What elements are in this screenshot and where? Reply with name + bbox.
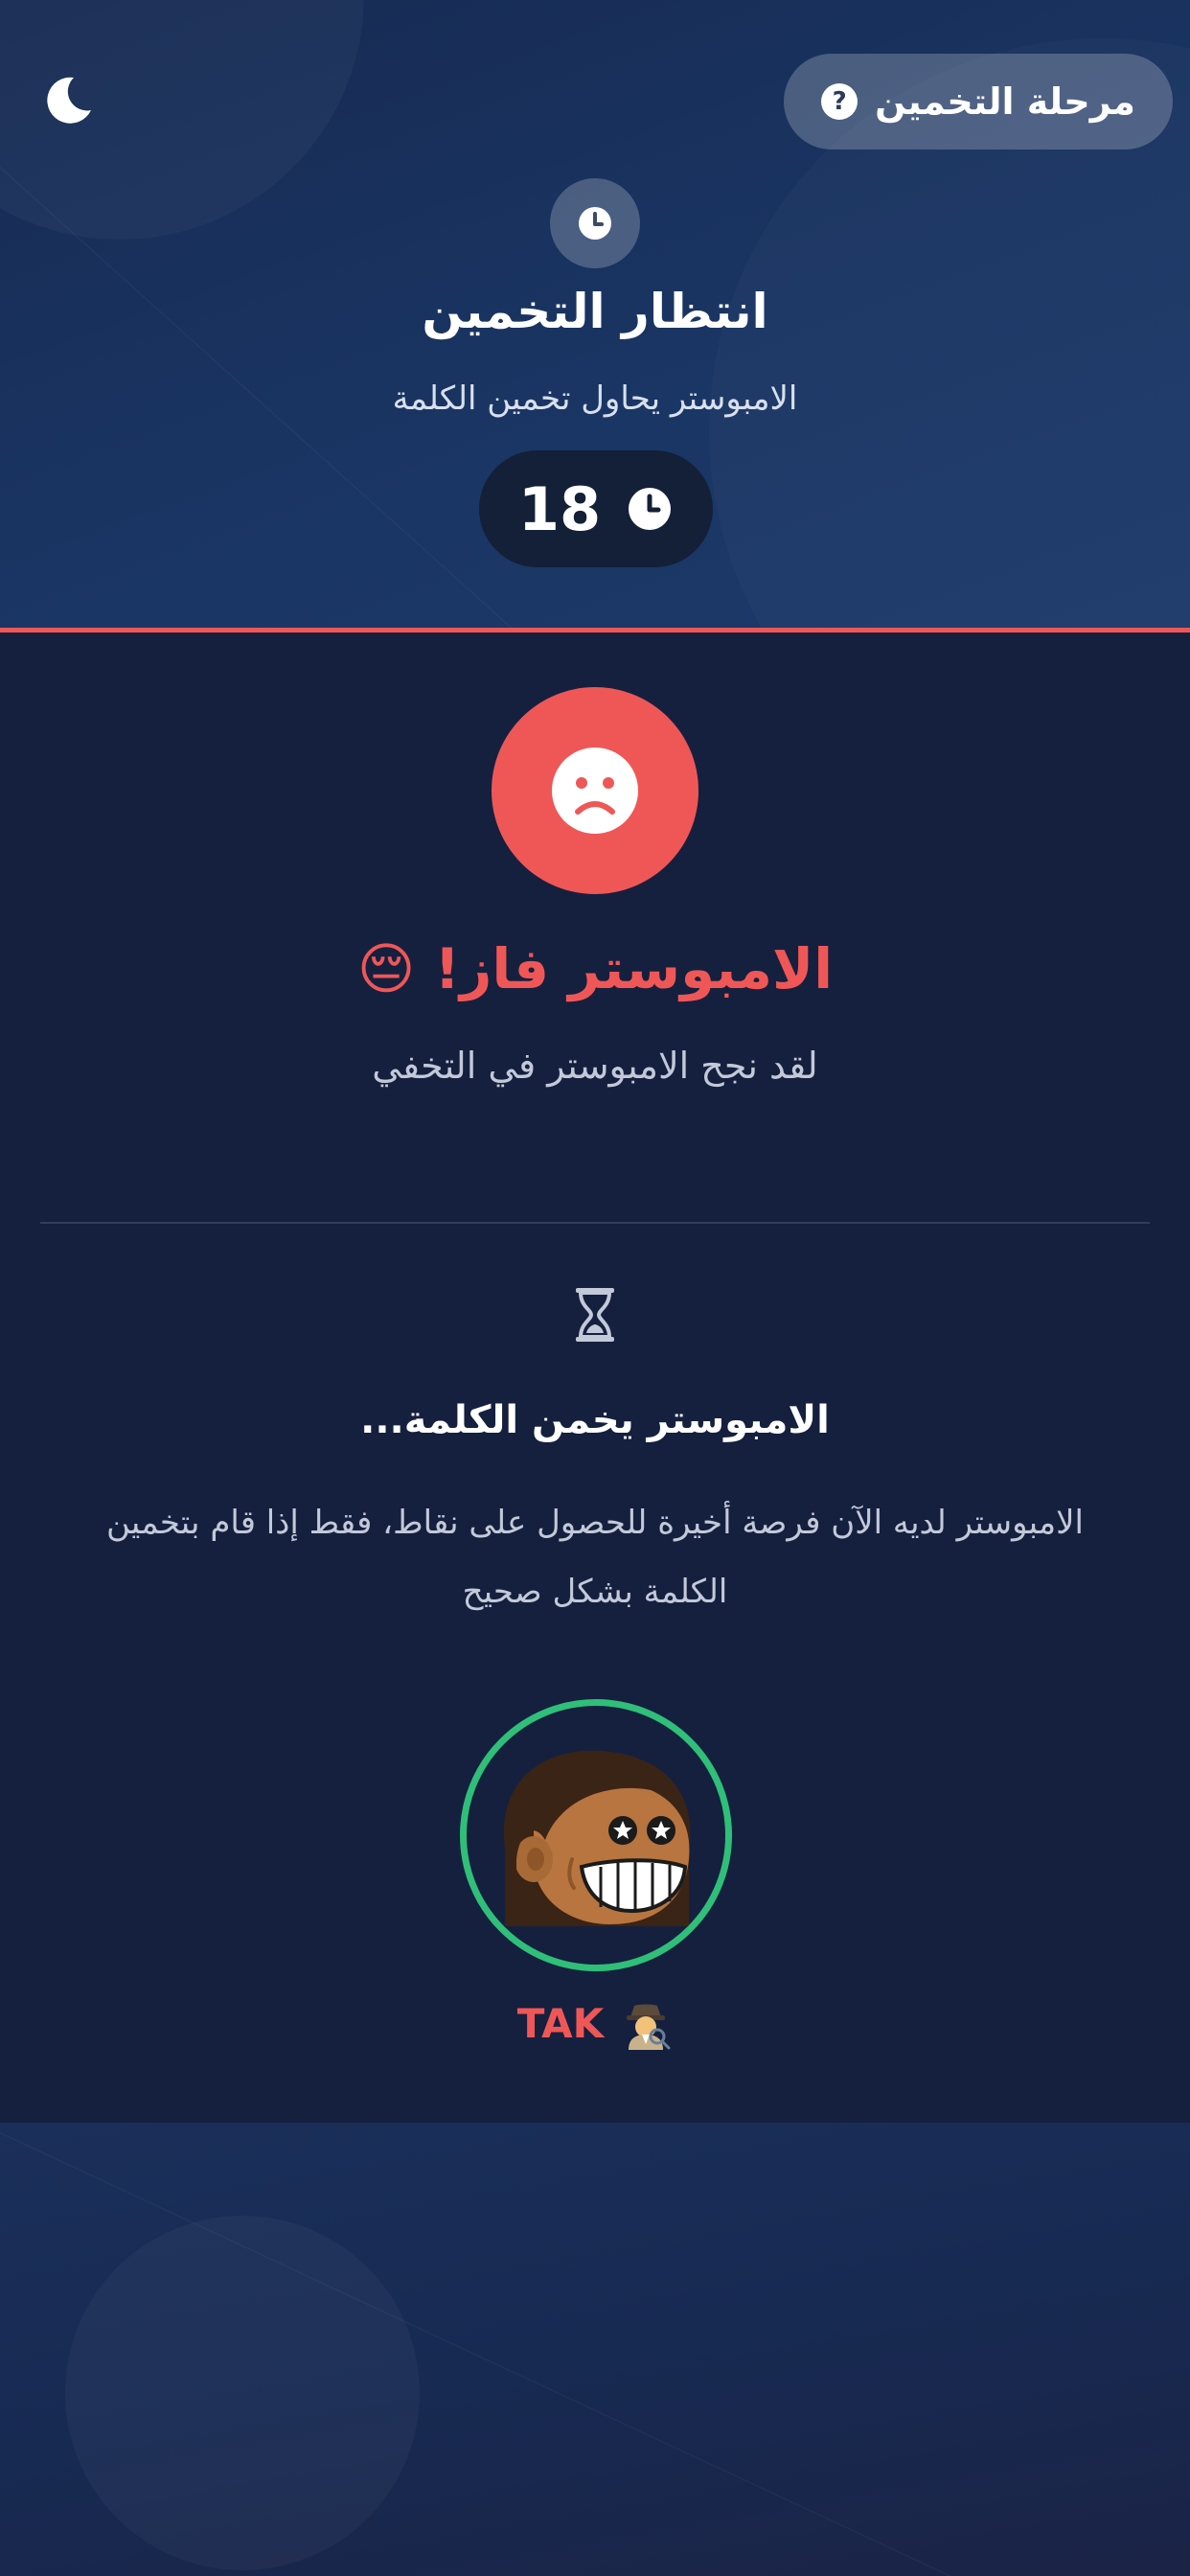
result-panel: الامبوستر فاز! 😔 لقد نجح الامبوستر في ال… <box>0 637 1190 2123</box>
hourglass-icon <box>576 1288 614 1342</box>
section-divider <box>40 1222 1150 1224</box>
countdown-timer: 18 <box>479 450 713 567</box>
avatar-image <box>503 1750 691 1926</box>
player-label: TAK <box>0 1996 1190 2050</box>
detective-icon <box>627 2004 671 2050</box>
phase-subtitle: الامبوستر يحاول تخمين الكلمة <box>392 380 798 418</box>
phase-header: مرحلة التخمين ? انتظار التخمين الامبوستر… <box>0 0 1190 632</box>
dark-mode-toggle[interactable] <box>36 69 100 132</box>
clock-icon <box>629 488 672 530</box>
result-subtitle: لقد نجح الامبوستر في التخفي <box>372 1045 818 1087</box>
result-badge <box>492 687 698 894</box>
phase-info-button[interactable]: مرحلة التخمين ? <box>784 54 1173 150</box>
phase-title: انتظار التخمين <box>422 284 768 339</box>
question-icon: ? <box>821 83 858 120</box>
player-name: TAK <box>516 1999 605 2047</box>
moon-icon <box>47 77 91 124</box>
guessing-description: الامبوستر لديه الآن فرصة أخيرة للحصول عل… <box>106 1504 1084 1611</box>
timer-value: 18 <box>517 473 602 544</box>
phase-label: مرحلة التخمين <box>875 80 1135 123</box>
decorative-circle <box>65 2216 420 2570</box>
decorative-footer <box>0 2123 1190 2576</box>
player-avatar[interactable] <box>460 1699 732 1971</box>
clock-icon <box>579 207 611 240</box>
progress-bar <box>0 628 1190 632</box>
guessing-title: الامبوستر يخمن الكلمة... <box>360 1398 830 1442</box>
result-title: الامبوستر فاز! 😔 <box>356 936 834 1001</box>
sad-face-icon <box>552 748 638 834</box>
clock-badge <box>550 178 640 268</box>
app-screen: مرحلة التخمين ? انتظار التخمين الامبوستر… <box>0 0 1190 2576</box>
